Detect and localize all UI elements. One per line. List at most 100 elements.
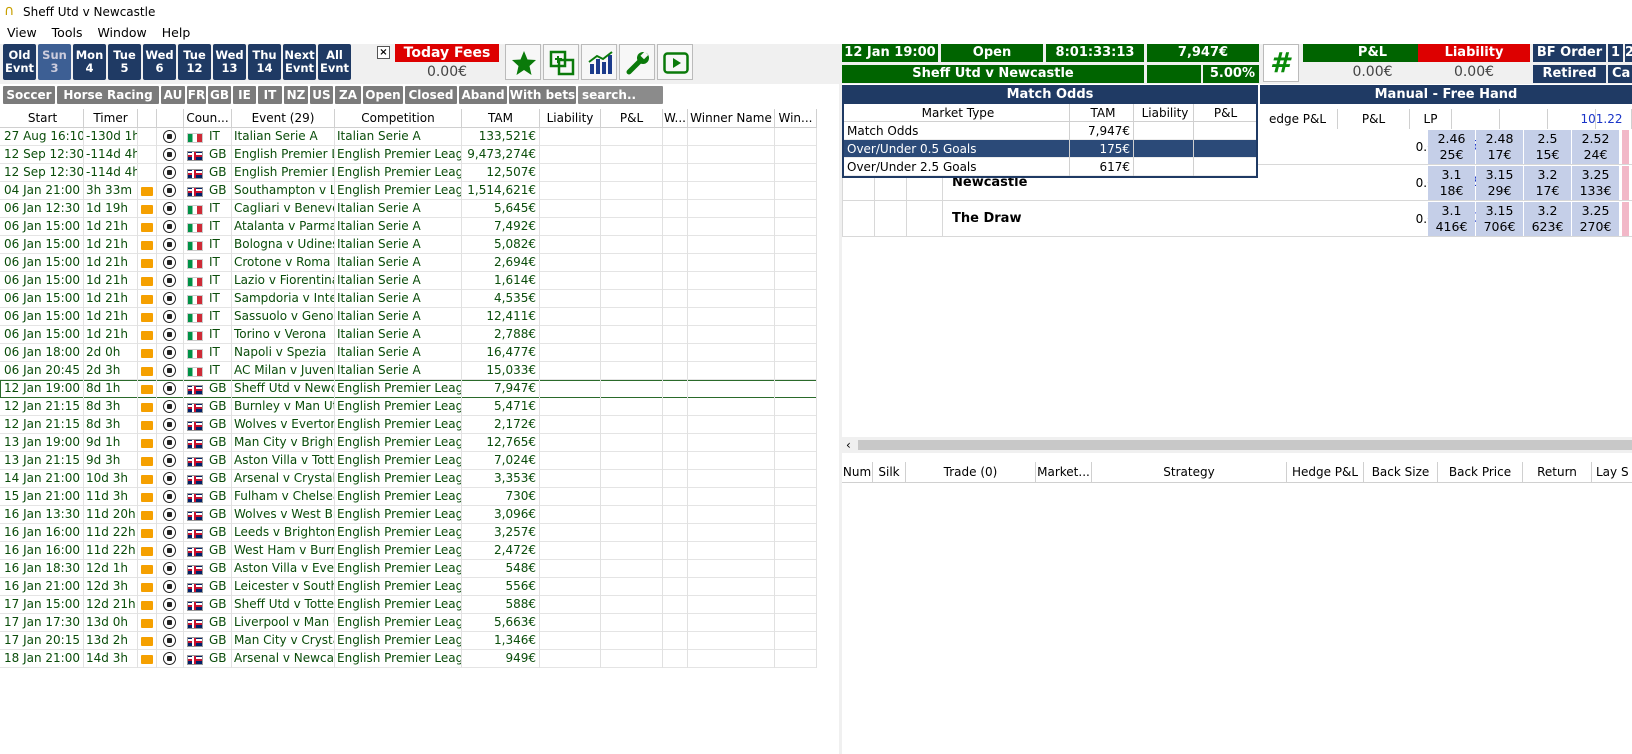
- event-row[interactable]: 06 Jan 15:00 1d 21h IT Torino v Verona Itali…: [0, 326, 817, 344]
- event-row[interactable]: 12 Jan 21:15 8d 3h GB Wolves v Everton Engli…: [0, 416, 817, 434]
- bf-order-button[interactable]: BF Order: [1533, 44, 1606, 62]
- filter-au[interactable]: AU: [161, 86, 185, 104]
- grid-col-6[interactable]: Competition: [335, 109, 462, 128]
- filter-it[interactable]: IT: [258, 86, 282, 104]
- trades-col-5[interactable]: Hedge P&L: [1287, 462, 1364, 482]
- runner-col-hedge-pl[interactable]: edge P&L: [1258, 109, 1338, 129]
- scroll-left-icon[interactable]: ‹: [846, 437, 851, 453]
- trades-col-6[interactable]: Back Size: [1364, 462, 1438, 482]
- lay-odds-cell[interactable]: [1622, 130, 1629, 164]
- event-row[interactable]: 16 Jan 13:30 11d 20h GB Wolves v West Brc En…: [0, 506, 817, 524]
- event-row[interactable]: 06 Jan 12:30 1d 19h IT Cagliari v Benever It…: [0, 200, 817, 218]
- grid-col-0[interactable]: Start: [2, 109, 84, 128]
- day-button-5[interactable]: Tue 12: [178, 44, 211, 80]
- trades-col-8[interactable]: Return: [1523, 462, 1592, 482]
- back-odds-cell[interactable]: 3.2 17€: [1524, 166, 1571, 200]
- day-button-3[interactable]: Tue 5: [108, 44, 141, 80]
- grid-col-12[interactable]: Win...: [775, 109, 817, 128]
- day-button-7[interactable]: Thu 14: [248, 44, 281, 80]
- back-odds-cell[interactable]: 3.25 133€: [1572, 166, 1619, 200]
- event-row[interactable]: 18 Jan 21:00 14d 3h GB Arsenal v Newcast Eng…: [0, 650, 817, 668]
- runner-col-back2[interactable]: [1500, 109, 1548, 129]
- day-button-0[interactable]: Old Evnt: [3, 44, 36, 80]
- grid-col-7[interactable]: TAM: [462, 109, 540, 128]
- day-button-2[interactable]: Mon 4: [73, 44, 106, 80]
- market-type-row[interactable]: Over/Under 0.5 Goals 175€: [844, 140, 1256, 158]
- back-odds-cell[interactable]: 3.15 29€: [1476, 166, 1523, 200]
- lay-odds-cell[interactable]: [1622, 166, 1629, 200]
- grid-col-10[interactable]: W...: [663, 109, 688, 128]
- grid-col-9[interactable]: P&L: [601, 109, 663, 128]
- grid-col-8[interactable]: Liability: [540, 109, 601, 128]
- event-row[interactable]: 12 Jan 19:00 8d 1h GB Sheff Utd v Newca Engl…: [0, 380, 817, 398]
- filter-fr[interactable]: FR: [187, 86, 206, 104]
- event-row[interactable]: 16 Jan 18:3012d 1h GB Aston Villa v Evertc…: [0, 560, 817, 578]
- filter-closed[interactable]: Closed: [405, 86, 457, 104]
- back-odds-cell[interactable]: 3.15 706€: [1476, 202, 1523, 236]
- filter-aband[interactable]: Aband: [459, 86, 507, 104]
- event-row[interactable]: 06 Jan 15:00 1d 21h IT Lazio v Fiorentina It…: [0, 272, 817, 290]
- trades-col-0[interactable]: Num: [842, 462, 873, 482]
- event-row[interactable]: 06 Jan 15:00 1d 21h IT Sampdoria v Inter Ita…: [0, 290, 817, 308]
- event-row[interactable]: 13 Jan 21:159d 3h GB Aston Villa v TotterE…: [0, 452, 817, 470]
- runner-col-back3[interactable]: [1452, 109, 1500, 129]
- event-row[interactable]: 15 Jan 21:00 11d 3h GB Fulham v Chelsea Engl…: [0, 488, 817, 506]
- event-row[interactable]: 06 Jan 15:00 1d 21h IT Atalanta v Parma Ital…: [0, 218, 817, 236]
- back-odds-cell[interactable]: 2.48 17€: [1476, 130, 1523, 164]
- market-type-row[interactable]: Over/Under 2.5 Goals 617€: [844, 158, 1256, 176]
- runner-col-lp[interactable]: LP: [1410, 109, 1452, 129]
- menu-view[interactable]: View: [7, 24, 37, 42]
- menu-tools[interactable]: Tools: [52, 24, 83, 42]
- trades-col-1[interactable]: Silk: [873, 462, 906, 482]
- trades-col-4[interactable]: Strategy: [1092, 462, 1287, 482]
- event-row[interactable]: 27 Aug 16:10 -130d 1h IT Italian Serie A Ita…: [0, 128, 817, 146]
- trades-col-3[interactable]: Market...: [1036, 462, 1092, 482]
- event-row[interactable]: 17 Jan 20:15 13d 2h GB Man City v Crystal En…: [0, 632, 817, 650]
- menu-window[interactable]: Window: [97, 24, 146, 42]
- event-row[interactable]: 06 Jan 15:00 1d 21h IT Sassuolo v Genoa Ital…: [0, 308, 817, 326]
- hash-button[interactable]: #: [1263, 44, 1299, 82]
- back-odds-cell[interactable]: 3.1 18€: [1428, 166, 1475, 200]
- grid-col-3[interactable]: [157, 109, 184, 128]
- event-row[interactable]: 14 Jan 21:0010d 3h GB Arsenal v Crystal FE…: [0, 470, 817, 488]
- back-odds-cell[interactable]: 2.52 24€: [1572, 130, 1619, 164]
- grid-col-2[interactable]: [138, 109, 157, 128]
- lay-odds-cell[interactable]: [1622, 202, 1629, 236]
- event-row[interactable]: 16 Jan 21:00 12d 3h GB Leicester v Southa En…: [0, 578, 817, 596]
- event-row[interactable]: 06 Jan 20:452d 3h IT AC Milan v JuventuIta…: [0, 362, 817, 380]
- event-row[interactable]: 17 Jan 15:0012d 21h GB Sheff Utd v Tottenh…: [0, 596, 817, 614]
- event-row[interactable]: 12 Jan 21:15 8d 3h GB Burnley v Man Utd Engl…: [0, 398, 817, 416]
- horizontal-scrollbar[interactable]: ‹: [842, 437, 1632, 453]
- event-row[interactable]: 06 Jan 18:00 2d 0h IT Napoli v Spezia Italia…: [0, 344, 817, 362]
- filter-open[interactable]: Open: [363, 86, 403, 104]
- filter-horse-racing[interactable]: Horse Racing: [57, 86, 159, 104]
- strategy-title[interactable]: Manual - Free Hand: [1260, 85, 1632, 104]
- filter-za[interactable]: ZA: [335, 86, 361, 104]
- grid-col-5[interactable]: Event (29): [232, 109, 335, 128]
- event-row[interactable]: 17 Jan 17:3013d 0h GB Liverpool v Man UtEn…: [0, 614, 817, 632]
- event-row[interactable]: 13 Jan 19:009d 1h GB Man City v BrightorEn…: [0, 434, 817, 452]
- event-row[interactable]: 06 Jan 15:00 1d 21h IT Crotone v Roma Italia…: [0, 254, 817, 272]
- grid-col-4[interactable]: Coun...: [184, 109, 232, 128]
- tab-2-button[interactable]: 2: [1625, 44, 1632, 62]
- menu-help[interactable]: Help: [162, 24, 191, 42]
- close-day-filter-button[interactable]: ×: [377, 46, 390, 59]
- filter-gb[interactable]: GB: [208, 86, 231, 104]
- event-row[interactable]: 12 Sep 12:30 -114d 4h GB English Premier LE…: [0, 164, 817, 182]
- retired-button[interactable]: Retired: [1533, 65, 1606, 83]
- scroll-thumb[interactable]: [858, 440, 1632, 450]
- video-button[interactable]: [657, 44, 693, 80]
- settings-button[interactable]: [619, 44, 655, 80]
- filter-us[interactable]: US: [310, 86, 333, 104]
- day-button-1[interactable]: Sun 3: [38, 44, 71, 80]
- back-odds-cell[interactable]: 3.2 623€: [1524, 202, 1571, 236]
- search-input[interactable]: search..: [578, 86, 663, 104]
- back-odds-cell[interactable]: 2.46 25€: [1428, 130, 1475, 164]
- day-button-6[interactable]: Wed 13: [213, 44, 246, 80]
- filter-with-bets[interactable]: With bets: [509, 86, 576, 104]
- trades-col-7[interactable]: Back Price: [1438, 462, 1523, 482]
- runner-col-pl[interactable]: P&L: [1338, 109, 1410, 129]
- back-odds-cell[interactable]: 2.5 15€: [1524, 130, 1571, 164]
- day-button-9[interactable]: All Evnt: [318, 44, 351, 80]
- day-button-8[interactable]: Next Evnt: [283, 44, 316, 80]
